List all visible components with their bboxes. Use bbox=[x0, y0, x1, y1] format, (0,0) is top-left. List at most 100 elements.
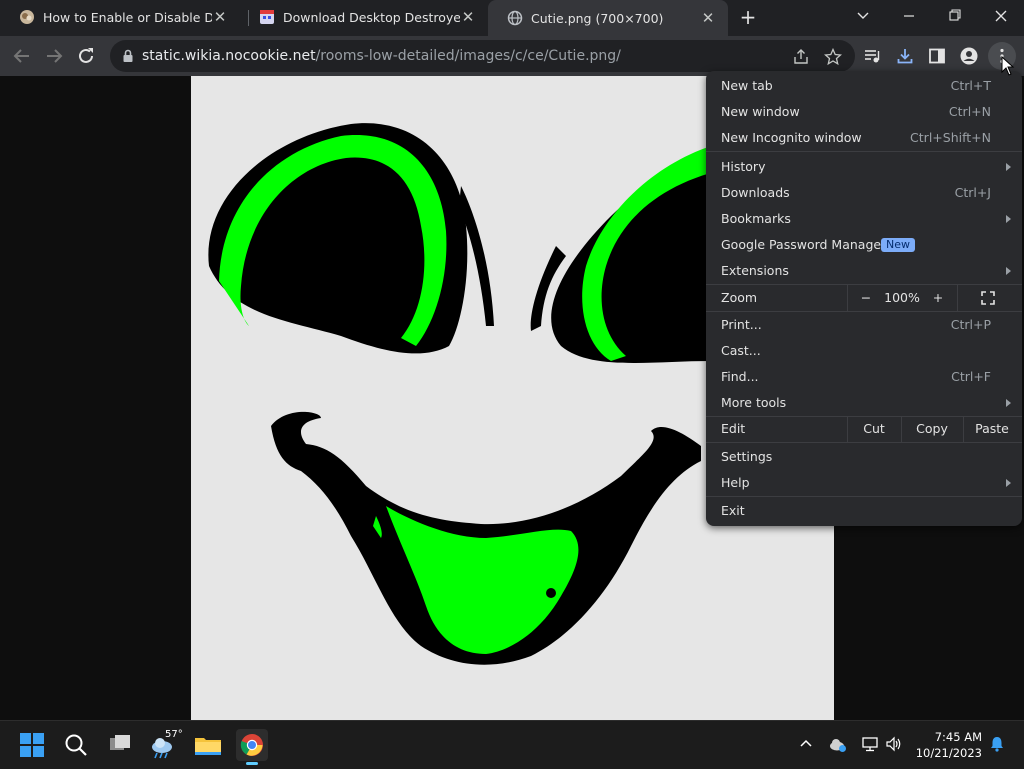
menu-item-downloads[interactable]: Downloads Ctrl+J bbox=[706, 180, 1022, 206]
chrome-app-menu: New tab Ctrl+T New window Ctrl+N New Inc… bbox=[706, 71, 1022, 526]
menu-item-label: Zoom bbox=[721, 290, 758, 305]
taskbar: 57° 7:45 AM 10/21/2023 bbox=[0, 720, 1024, 769]
close-tab-icon[interactable]: ✕ bbox=[700, 10, 716, 26]
network-icon[interactable] bbox=[861, 735, 879, 753]
submenu-arrow-icon bbox=[1006, 215, 1011, 223]
menu-item-shortcut: Ctrl+J bbox=[954, 185, 991, 200]
submenu-arrow-icon bbox=[1006, 163, 1011, 171]
close-tab-icon[interactable]: ✕ bbox=[212, 9, 228, 25]
menu-item-more-tools[interactable]: More tools bbox=[706, 390, 1022, 416]
windows-start-icon[interactable] bbox=[16, 729, 48, 761]
zoom-out-button[interactable]: − bbox=[856, 285, 876, 311]
menu-item-label: Extensions bbox=[721, 263, 789, 278]
search-icon[interactable] bbox=[60, 729, 92, 761]
zoom-divider bbox=[847, 285, 848, 311]
submenu-arrow-icon bbox=[1006, 479, 1011, 487]
menu-separator bbox=[706, 151, 1022, 152]
active-app-indicator bbox=[246, 762, 258, 765]
menu-item-settings[interactable]: Settings bbox=[706, 444, 1022, 470]
back-arrow-icon[interactable] bbox=[10, 44, 34, 68]
tab-title: Download Desktop Destroyer bbox=[283, 9, 460, 25]
weather-temperature: 57° bbox=[165, 729, 183, 740]
menu-item-shortcut: Ctrl+N bbox=[948, 104, 991, 119]
forward-arrow-icon[interactable] bbox=[42, 44, 66, 68]
profile-avatar-icon[interactable] bbox=[960, 47, 978, 65]
task-view-icon[interactable] bbox=[104, 729, 136, 761]
copy-button[interactable]: Copy bbox=[902, 416, 962, 442]
menu-item-label: Edit bbox=[721, 421, 746, 436]
lock-icon[interactable] bbox=[120, 48, 136, 64]
menu-item-label: History bbox=[721, 159, 766, 174]
menu-item-shortcut: Ctrl+Shift+N bbox=[910, 130, 991, 145]
tab-cutie-png[interactable]: Cutie.png (700×700) ✕ bbox=[488, 0, 728, 36]
menu-item-cast[interactable]: Cast... bbox=[706, 338, 1022, 364]
menu-item-new-window[interactable]: New window Ctrl+N bbox=[706, 99, 1022, 125]
new-badge: New bbox=[881, 238, 915, 252]
menu-item-print[interactable]: Print... Ctrl+P bbox=[706, 312, 1022, 338]
mouse-cursor-icon bbox=[1001, 56, 1015, 76]
share-icon[interactable] bbox=[792, 48, 810, 66]
menu-item-label: Find... bbox=[721, 369, 759, 384]
menu-item-label: Settings bbox=[721, 449, 773, 464]
menu-item-label: New Incognito window bbox=[721, 130, 862, 145]
menu-item-label: New window bbox=[721, 104, 800, 119]
browser-toolbar: static.wikia.nocookie.net/rooms-low-deta… bbox=[0, 36, 1024, 76]
fullscreen-icon[interactable] bbox=[981, 291, 995, 305]
menu-item-find[interactable]: Find... Ctrl+F bbox=[706, 364, 1022, 390]
chrome-taskbar-button[interactable] bbox=[236, 729, 268, 765]
menu-item-label: Cast... bbox=[721, 343, 761, 358]
zoom-level: 100% bbox=[884, 290, 920, 305]
menu-item-shortcut: Ctrl+P bbox=[950, 317, 991, 332]
close-window-icon[interactable] bbox=[987, 6, 1015, 26]
menu-item-label: More tools bbox=[721, 395, 787, 410]
tab-search-chevron-icon[interactable] bbox=[849, 6, 877, 26]
downloads-icon[interactable] bbox=[896, 47, 914, 65]
menu-item-label: Downloads bbox=[721, 185, 790, 200]
menu-item-new-tab[interactable]: New tab Ctrl+T bbox=[706, 73, 1022, 99]
menu-separator bbox=[706, 496, 1022, 497]
url-text[interactable]: static.wikia.nocookie.net/rooms-low-deta… bbox=[142, 40, 621, 72]
tab-how-to-enable[interactable]: How to Enable or Disable Direct ✕ bbox=[0, 0, 240, 34]
tab-title: How to Enable or Disable Direct bbox=[43, 9, 212, 25]
notification-bell-icon[interactable] bbox=[988, 735, 1006, 753]
address-bar[interactable]: static.wikia.nocookie.net/rooms-low-deta… bbox=[110, 40, 855, 72]
chrome-icon bbox=[240, 734, 263, 756]
tab-strip: How to Enable or Disable Direct ✕ Downlo… bbox=[0, 0, 1024, 36]
cloud-sync-icon[interactable] bbox=[829, 735, 847, 753]
close-tab-icon[interactable]: ✕ bbox=[460, 9, 476, 25]
tutorial-site-icon bbox=[20, 10, 34, 24]
reload-icon[interactable] bbox=[74, 44, 98, 68]
menu-item-new-incognito-window[interactable]: New Incognito window Ctrl+Shift+N bbox=[706, 125, 1022, 151]
menu-item-shortcut: Ctrl+T bbox=[950, 78, 991, 93]
menu-item-edit: Edit Cut Copy Paste bbox=[706, 416, 1022, 442]
zoom-in-button[interactable]: + bbox=[928, 285, 948, 311]
menu-item-shortcut: Ctrl+F bbox=[951, 369, 991, 384]
url-host: static.wikia.nocookie.net bbox=[142, 48, 316, 64]
volume-icon[interactable] bbox=[885, 735, 903, 753]
menu-item-extensions[interactable]: Extensions bbox=[706, 258, 1022, 284]
cut-button[interactable]: Cut bbox=[848, 416, 900, 442]
submenu-arrow-icon bbox=[1006, 399, 1011, 407]
globe-icon bbox=[507, 10, 523, 26]
system-clock[interactable]: 7:45 AM 10/21/2023 bbox=[912, 729, 982, 761]
paste-button[interactable]: Paste bbox=[964, 416, 1020, 442]
show-hidden-icons-chevron-icon[interactable] bbox=[797, 735, 815, 753]
new-tab-button[interactable]: + bbox=[738, 6, 758, 28]
minimize-icon[interactable] bbox=[895, 6, 923, 26]
menu-item-help[interactable]: Help bbox=[706, 470, 1022, 496]
menu-item-password-manager[interactable]: Google Password Manager New bbox=[706, 232, 1022, 258]
menu-item-label: Exit bbox=[721, 503, 745, 518]
clock-date: 10/21/2023 bbox=[915, 746, 982, 760]
bookmark-star-icon[interactable] bbox=[824, 48, 842, 66]
menu-item-label: Google Password Manager bbox=[721, 237, 887, 252]
menu-item-history[interactable]: History bbox=[706, 154, 1022, 180]
side-panel-icon[interactable] bbox=[928, 47, 946, 65]
menu-item-bookmarks[interactable]: Bookmarks bbox=[706, 206, 1022, 232]
reading-list-icon[interactable] bbox=[863, 47, 881, 65]
menu-item-label: Help bbox=[721, 475, 750, 490]
tab-download-desktop-destroyer[interactable]: Download Desktop Destroyer ✕ bbox=[240, 0, 488, 34]
menu-item-label: New tab bbox=[721, 78, 773, 93]
restore-icon[interactable] bbox=[941, 6, 969, 26]
menu-item-exit[interactable]: Exit bbox=[706, 498, 1022, 524]
file-explorer-icon[interactable] bbox=[192, 729, 224, 761]
